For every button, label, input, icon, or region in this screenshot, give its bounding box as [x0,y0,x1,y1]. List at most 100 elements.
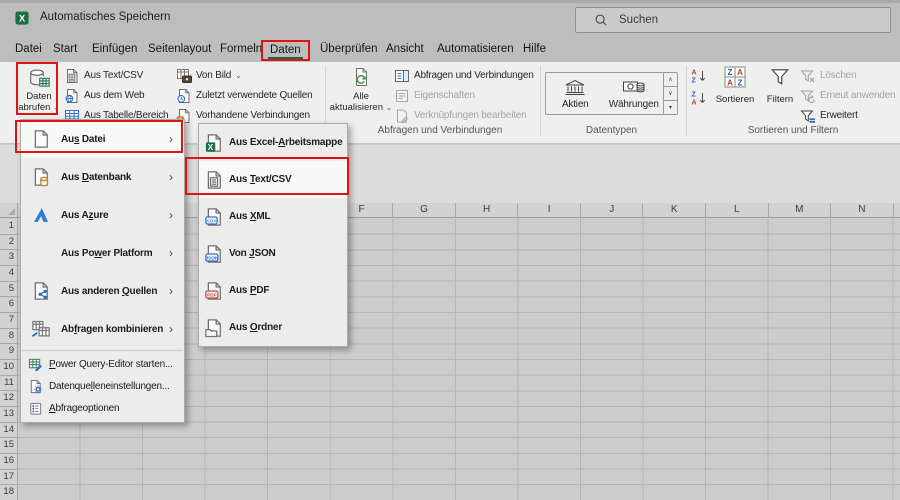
reapply-filter-button[interactable]: Erneut anwenden [800,87,895,104]
filter-button[interactable]: Filtern [760,63,800,118]
menu-item-aus-datei[interactable]: Aus Datei› [21,120,184,158]
tab-start[interactable]: Start [53,40,77,61]
refresh-label-line1: Alle [353,91,369,102]
tab-formeln[interactable]: Formeln [220,40,262,61]
tab-seitenlayout[interactable]: Seitenlayout [148,40,211,61]
stocks-button[interactable]: Aktien [546,73,605,114]
row-header-12[interactable]: 12 [0,391,17,407]
column-header-k[interactable]: K [643,203,706,217]
menu-item-aus-datenbank[interactable]: Aus Datenbank› [21,158,184,196]
row-header-6[interactable]: 6 [0,297,17,313]
menu-item-aus-power-platform[interactable]: Aus Power Platform› [21,234,184,272]
currencies-label: Währungen [609,99,659,110]
column-header-j[interactable]: J [581,203,644,217]
menu-item-aus-ordner[interactable]: Aus Ordner [199,309,347,346]
svg-text:JSON: JSON [205,255,219,261]
tab-ansicht[interactable]: Ansicht [386,40,424,61]
properties-icon [394,88,410,104]
bank-icon [563,78,587,99]
row-header-4[interactable]: 4 [0,266,17,282]
currencies-button[interactable]: Währungen [605,73,664,114]
menu-item-abfragen-kombinieren[interactable]: Abfragen kombinieren› [21,310,184,348]
clear-filter-button[interactable]: Löschen [800,67,856,84]
row-header-8[interactable]: 8 [0,329,17,345]
gallery-scroll: ∧ ∨ ▾ [663,73,677,114]
chevron-right-icon: › [169,170,184,184]
tab-datei[interactable]: Datei [15,40,42,61]
queries-connections-label: Abfragen und Verbindungen [414,70,534,81]
tab-label: Formeln [220,43,262,55]
row-header-11[interactable]: 11 [0,376,17,392]
tab-automatisieren[interactable]: Automatisieren [437,40,514,61]
gallery-scroll-up-button[interactable]: ∧ [664,73,677,87]
search-box[interactable] [575,7,891,33]
from-picture-button[interactable]: Von Bild ⌄ [176,67,242,84]
advanced-filter-button[interactable]: Erweitert [800,107,858,124]
reapply-filter-label: Erneut anwenden [820,90,895,101]
row-header-2[interactable]: 2 [0,235,17,251]
gallery-expand-button[interactable]: ▾ [664,101,677,114]
row-header-13[interactable]: 13 [0,407,17,423]
menu-item-abfrageoptionen[interactable]: Abfrageoptionen [21,397,184,419]
column-header[interactable] [894,203,900,217]
active-tab-underline [268,57,303,60]
row-header-15[interactable]: 15 [0,438,17,454]
tab-einfügen[interactable]: Einfügen [92,40,137,61]
row-header-9[interactable]: 9 [0,344,17,360]
refresh-all-button[interactable]: Alle aktualisieren ⌄ [330,63,392,118]
tables-combine-icon [21,319,61,339]
row-header-5[interactable]: 5 [0,282,17,298]
menu-item-label: Aus XML [229,211,332,222]
menu-item-aus-excel-arbeitsmappe[interactable]: XAus Excel-Arbeitsmappe [199,124,347,161]
menu-item-aus-anderen-quellen[interactable]: Aus anderen Quellen› [21,272,184,310]
row-header-7[interactable]: 7 [0,313,17,329]
get-data-button[interactable]: Daten abrufen ⌄ [17,63,61,118]
row-header-16[interactable]: 16 [0,454,17,470]
filter-label: Filtern [767,94,793,105]
svg-text:Z: Z [728,68,733,77]
menu-item-aus-xml[interactable]: <o>Aus XML [199,198,347,235]
menu-item-von-json[interactable]: JSONVon JSON [199,235,347,272]
menu-item-power-query-editor-starten[interactable]: Power Query-Editor starten... [21,353,184,375]
from-web-button[interactable]: Aus dem Web [64,87,144,104]
tab-hilfe[interactable]: Hilfe [523,40,546,61]
column-header-n[interactable]: N [831,203,894,217]
tab-label: Hilfe [523,43,546,55]
row-header-10[interactable]: 10 [0,360,17,376]
search-input[interactable] [617,13,817,27]
menu-item-aus-azure[interactable]: Aus Azure› [21,196,184,234]
edit-links-button[interactable]: Verknüpfungen bearbeiten [394,107,527,124]
tab-überprüfen[interactable]: Überprüfen [320,40,378,61]
row-header-3[interactable]: 3 [0,250,17,266]
column-header-g[interactable]: G [393,203,456,217]
menu-item-aus-text-csv[interactable]: Aus Text/CSV [199,161,347,198]
row-header-14[interactable]: 14 [0,423,17,439]
column-header-h[interactable]: H [456,203,519,217]
column-header-l[interactable]: L [706,203,769,217]
properties-button[interactable]: Eigenschaften [394,87,475,104]
row-header-18[interactable]: 18 [0,485,17,500]
from-text-csv-label: Aus Text/CSV [84,70,143,81]
recent-sources-button[interactable]: Zuletzt verwendete Quellen [176,87,313,104]
from-text-csv-button[interactable]: Aus Text/CSV [64,67,143,84]
gallery-scroll-down-button[interactable]: ∨ [664,87,677,101]
file-database-icon [21,167,61,187]
column-header-i[interactable]: I [518,203,581,217]
row-header-1[interactable]: 1 [0,219,17,235]
tab-daten[interactable]: Daten [261,40,310,61]
sort-ascending-icon[interactable]: AZ [691,67,707,89]
select-all-corner[interactable] [0,203,18,217]
svg-text:Z: Z [692,92,697,99]
row-header-17[interactable]: 17 [0,470,17,486]
ribbon-tab-bar: Datei Start Einfügen Seitenlayout FormelnDat… [0,36,900,62]
menu-item-aus-pdf[interactable]: PDFAus PDF [199,272,347,309]
menu-item-datenquelleneinstellungen[interactable]: Datenquelleneinstellungen... [21,375,184,397]
queries-connections-button[interactable]: Abfragen und Verbindungen [394,67,534,84]
sort-button[interactable]: ZAAZ Sortieren [712,63,758,118]
chevron-right-icon: › [169,132,184,146]
funnel-reapply-icon [800,88,816,104]
column-header-m[interactable]: M [769,203,832,217]
sort-descending-icon[interactable]: ZA [691,89,707,111]
menu-item-label: Aus Text/CSV [229,174,332,185]
existing-connections-button[interactable]: Vorhandene Verbindungen [176,107,310,124]
